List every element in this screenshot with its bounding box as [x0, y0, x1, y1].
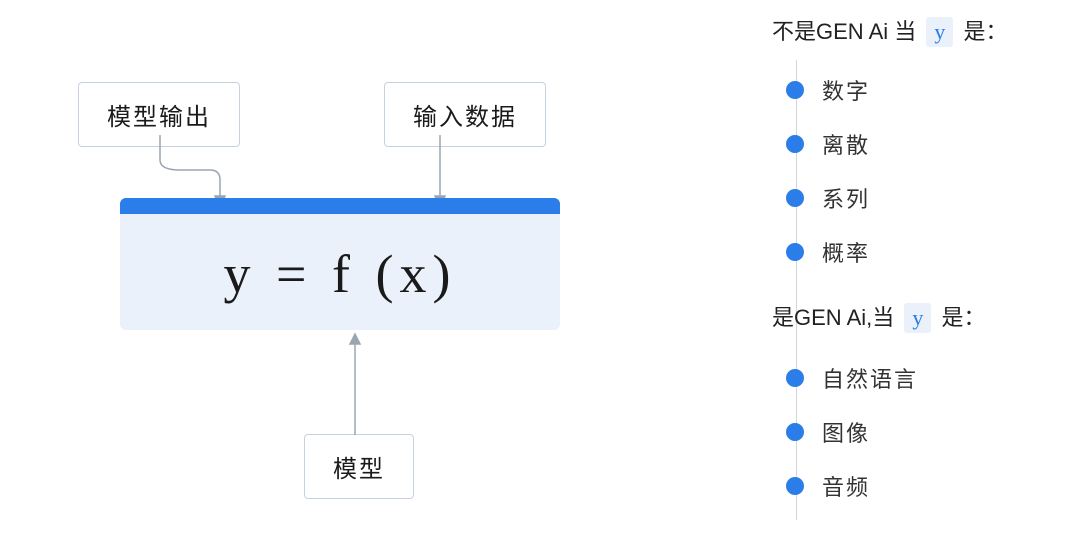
is-gen-title: 是GEN Ai,当 y 是： — [772, 300, 986, 333]
bullet-label: 概率 — [822, 236, 870, 268]
list-item: 离散 — [786, 128, 870, 160]
formula-text: y = f (x) — [120, 218, 560, 330]
formula-card-header — [120, 198, 560, 214]
bullet-dot-icon — [786, 477, 804, 495]
bullet-label: 系列 — [822, 182, 870, 214]
bullet-label: 自然语言 — [822, 362, 918, 394]
y-chip: y — [904, 303, 931, 333]
bullet-dot-icon — [786, 135, 804, 153]
bullet-dot-icon — [786, 423, 804, 441]
y-chip: y — [926, 17, 953, 47]
formula-card: y = f (x) — [120, 198, 560, 330]
is-gen-prefix: 是GEN Ai,当 — [772, 305, 894, 330]
list-item: 系列 — [786, 182, 870, 214]
bullet-label: 音频 — [822, 470, 870, 502]
list-item: 音频 — [786, 470, 870, 502]
list-item: 概率 — [786, 236, 870, 268]
not-gen-suffix: 是： — [964, 19, 1008, 44]
not-gen-prefix: 不是GEN Ai 当 — [772, 19, 916, 44]
diagram-area: 模型输出 输入数据 模型 y = f (x) — [0, 0, 740, 539]
list-item: 数字 — [786, 74, 870, 106]
bullet-label: 离散 — [822, 128, 870, 160]
bullet-dot-icon — [786, 81, 804, 99]
bullet-dot-icon — [786, 189, 804, 207]
list-item: 自然语言 — [786, 362, 918, 394]
label-model: 模型 — [304, 434, 414, 499]
bullet-dot-icon — [786, 243, 804, 261]
not-gen-title: 不是GEN Ai 当 y 是： — [772, 14, 1008, 47]
list-item: 图像 — [786, 416, 870, 448]
bullet-label: 图像 — [822, 416, 870, 448]
bullet-dot-icon — [786, 369, 804, 387]
bullet-label: 数字 — [822, 74, 870, 106]
is-gen-suffix: 是： — [942, 305, 986, 330]
lists-area: 不是GEN Ai 当 y 是： 数字 离散 系列 概率 是GEN Ai,当 y … — [760, 0, 1080, 539]
arrow-model-to-f — [330, 330, 380, 440]
